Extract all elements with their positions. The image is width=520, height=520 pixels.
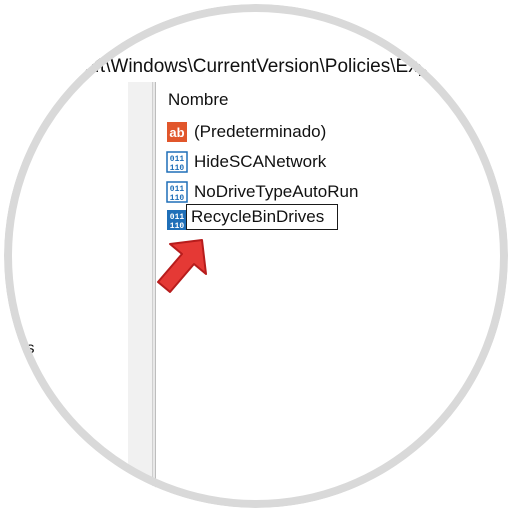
svg-text:110: 110 xyxy=(170,194,185,203)
tree-item-partial[interactable]: ts xyxy=(22,340,34,358)
binary-value-icon: 011 110 xyxy=(166,151,188,173)
address-path: oft\Windows\CurrentVersion\Policies\Exp xyxy=(84,56,429,77)
svg-text:011: 011 xyxy=(170,213,185,222)
ab-string-icon: ab xyxy=(167,122,187,142)
column-header-nombre[interactable]: Nombre xyxy=(168,90,228,110)
tree-scrollbar[interactable] xyxy=(128,82,152,508)
address-bar[interactable]: oft\Windows\CurrentVersion\Policies\Exp xyxy=(4,52,508,83)
rename-input[interactable] xyxy=(191,207,331,227)
list-item[interactable]: ab (Predeterminado) xyxy=(166,120,326,144)
list-item-name: HideSCANetwork xyxy=(194,152,327,171)
svg-text:011: 011 xyxy=(170,155,185,164)
list-item-name: NoDriveTypeAutoRun xyxy=(194,182,359,201)
list-item[interactable]: 011 110 NoDriveTypeAutoRun xyxy=(166,180,358,204)
list-item[interactable]: 011 110 HideSCANetwork xyxy=(166,150,326,174)
svg-text:110: 110 xyxy=(170,164,185,173)
list-item-name: (Predeterminado) xyxy=(194,122,327,141)
svg-text:110: 110 xyxy=(170,222,185,231)
svg-text:011: 011 xyxy=(170,185,185,194)
registry-tree-pane[interactable]: ts xyxy=(4,82,128,508)
svg-text:ab: ab xyxy=(169,125,184,140)
binary-value-icon: 011 110 xyxy=(167,210,187,231)
rename-field[interactable] xyxy=(186,204,338,230)
magnified-view: oft\Windows\CurrentVersion\Policies\Exp … xyxy=(4,4,508,508)
binary-value-icon: 011 110 xyxy=(166,181,188,203)
pointer-arrow-icon xyxy=(157,239,207,293)
